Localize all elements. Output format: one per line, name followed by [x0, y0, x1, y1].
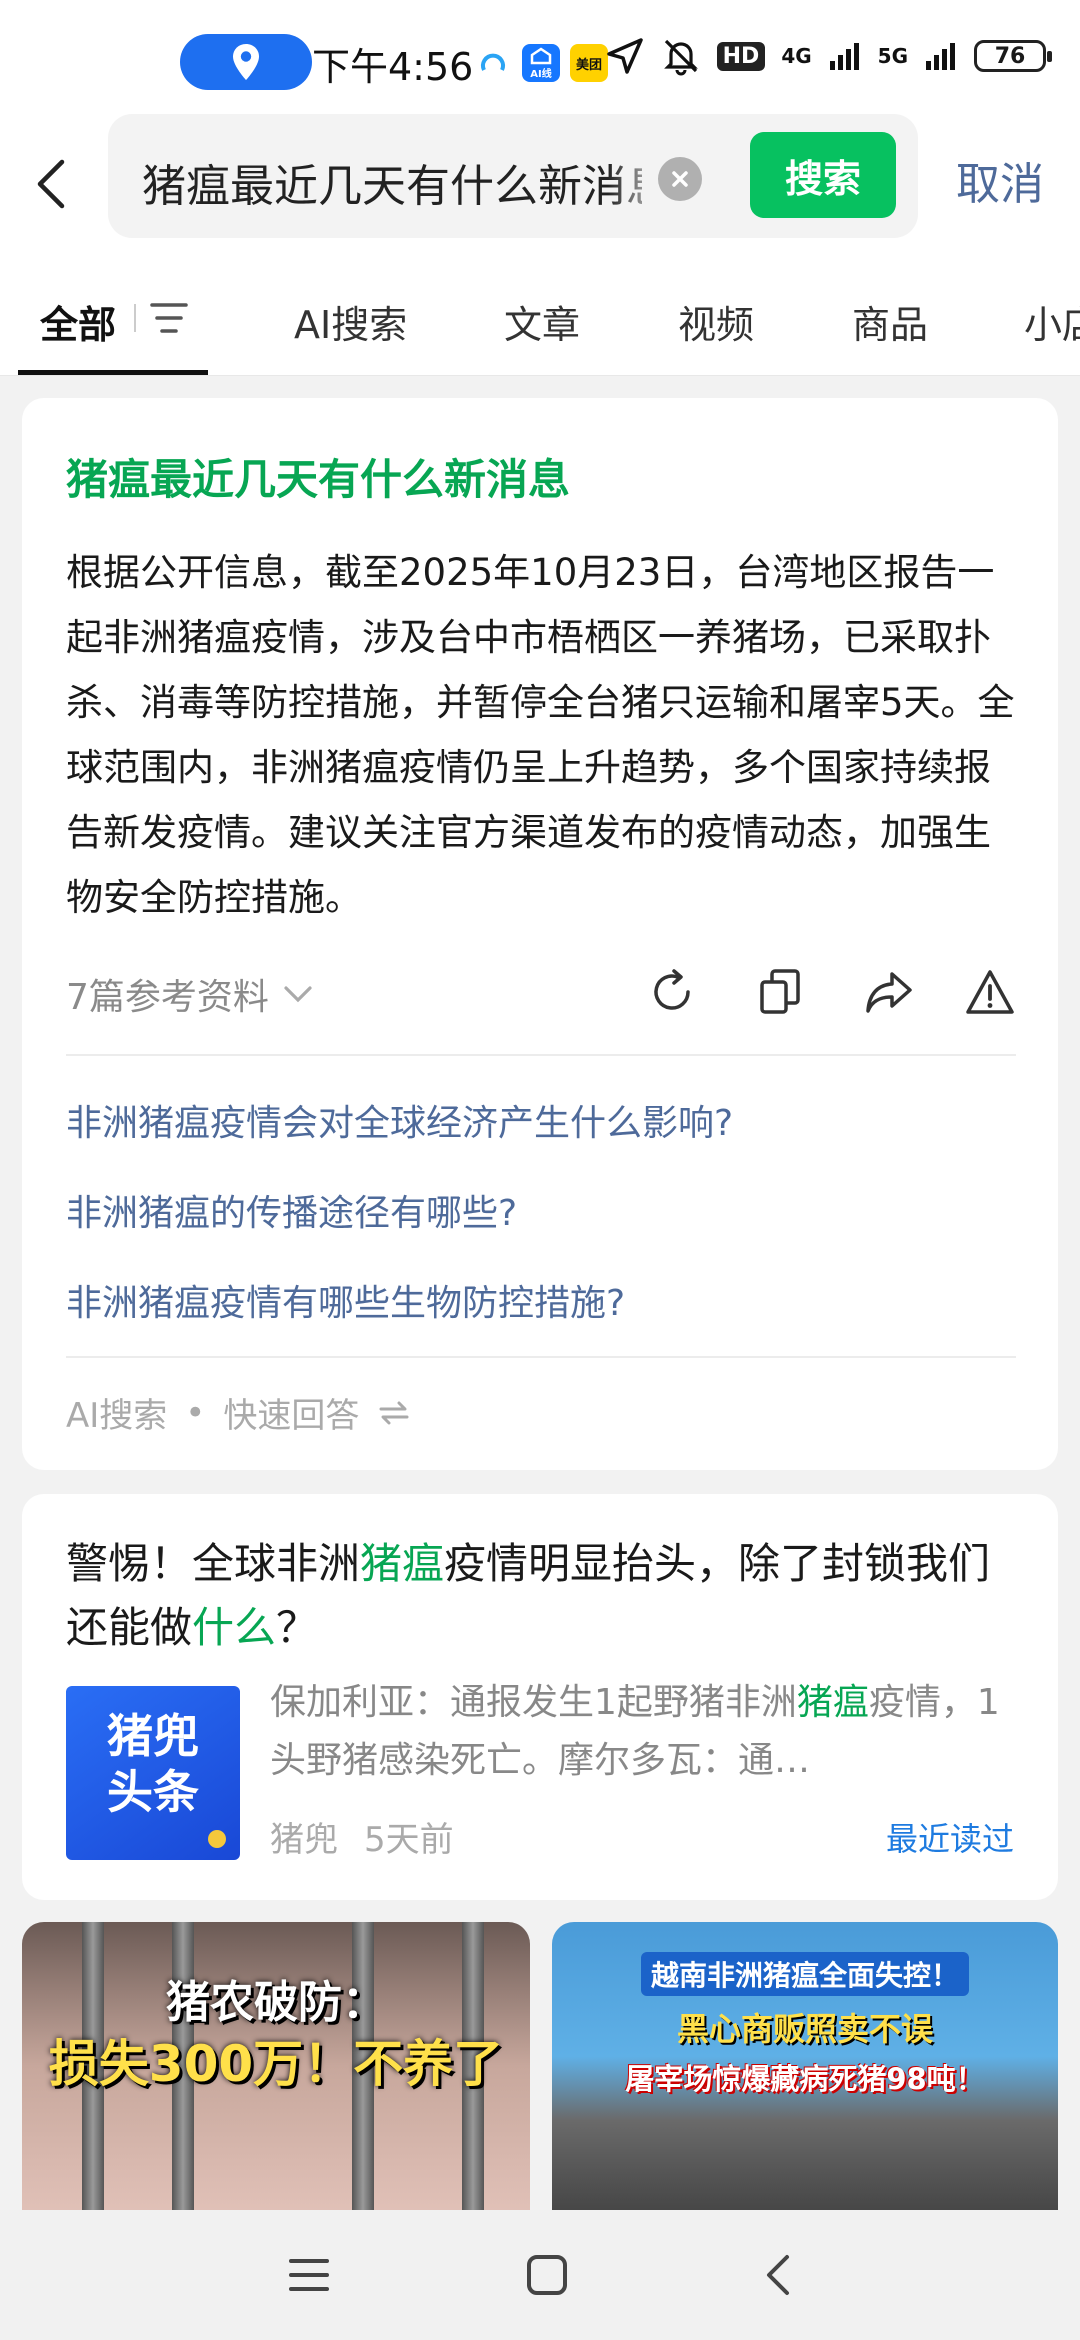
search-query-text[interactable]: 猪瘟最近几天有什么新消息	[142, 150, 642, 214]
tab-all[interactable]: 全部	[40, 294, 116, 349]
news-snippet: 保加利亚：通报发生1起野猪非洲猪瘟疫情，1头野猪感染死亡。摩尔多瓦：通…	[270, 1682, 1000, 1781]
back-button[interactable]	[36, 144, 90, 224]
thumbnail-badge	[208, 1830, 226, 1848]
chevron-left-icon	[37, 159, 65, 209]
tab-divider	[134, 304, 136, 332]
tab-ai-search[interactable]: AI搜索	[294, 294, 407, 349]
cancel-button[interactable]: 取消	[956, 148, 1044, 212]
signal-bars-icon	[829, 43, 859, 70]
tab-products[interactable]: 商品	[852, 294, 928, 349]
status-time: 下午4:56	[312, 45, 474, 89]
related-question-3[interactable]: 非洲猪瘟疫情有哪些生物防控措施?	[66, 1274, 625, 1326]
circle-app-icon	[474, 44, 512, 82]
ai-answer-title[interactable]: 猪瘟最近几天有什么新消息	[66, 446, 570, 507]
video-2-alert-line: 屠宰场惊爆藏病死猪98吨！	[625, 2062, 985, 2096]
refresh-icon[interactable]	[648, 968, 696, 1016]
news-time: 5天前	[364, 1820, 454, 1860]
related-question-1[interactable]: 非洲猪瘟疫情会对全球经济产生什么影响?	[66, 1094, 733, 1146]
battery-icon: 76	[974, 40, 1052, 72]
switch-arrows-icon[interactable]	[377, 1400, 411, 1426]
location-indicator[interactable]	[180, 34, 312, 90]
ai-app-icon: AI线	[522, 44, 560, 82]
video-1-caption-top: 猪农破防：	[166, 1977, 386, 2028]
news-title[interactable]: 警惕！全球非洲猪瘟疫情明显抬头，除了封锁我们还能做什么？	[66, 1532, 1026, 1660]
footer-source-label: AI搜索	[66, 1396, 168, 1436]
video-2-banner: 越南非洲猪瘟全面失控！ 黑心商贩照卖不误 屠宰场惊爆藏病死猪98吨！	[552, 1952, 1058, 2098]
clear-search-button[interactable]	[658, 157, 702, 201]
video-1-caption-bottom: 损失300万！不养了	[48, 2035, 504, 2093]
ai-answer-body: 根据公开信息，截至2025年10月23日，台湾地区报告一起非洲猪瘟疫情，涉及台中…	[66, 551, 1015, 919]
tab-videos[interactable]: 视频	[678, 294, 754, 349]
back-nav-icon[interactable]	[763, 2253, 793, 2297]
ai-answer-footer: AI搜索 • 快速回答	[66, 1388, 411, 1437]
ai-answer-card: 猪瘟最近几天有什么新消息 根据公开信息，截至2025年10月23日，台湾地区报告…	[22, 398, 1058, 1470]
battery-level: 76	[994, 43, 1026, 69]
thumbnail-logo-text: 猪兜 头条	[107, 1709, 199, 1819]
navigation-arrow-icon	[606, 38, 643, 74]
recently-read-badge: 最近读过	[885, 1820, 1014, 1858]
video-2-subline: 黑心商贩照卖不误	[676, 2010, 933, 2048]
meituan-app-icon: 美团	[570, 44, 608, 82]
video-card-1[interactable]: 猪农破防： 损失300万！不养了	[22, 1922, 530, 2242]
search-input[interactable]: 猪瘟最近几天有什么新消息 搜索	[108, 114, 918, 238]
copy-icon[interactable]	[758, 968, 804, 1016]
category-tabs: 全部 AI搜索 文章 视频 商品 小店	[0, 256, 1080, 376]
related-question-2[interactable]: 非洲猪瘟的传播途径有哪些?	[66, 1184, 517, 1236]
hd-voice-icon: HD	[716, 41, 766, 71]
report-warning-icon[interactable]	[964, 968, 1016, 1016]
ai-divider-top	[66, 1054, 1016, 1056]
bell-muted-icon	[663, 39, 698, 76]
search-button[interactable]: 搜索	[750, 132, 896, 218]
search-header: 猪瘟最近几天有什么新消息 搜索 取消	[0, 110, 1080, 256]
signal-bars-icon-2	[926, 43, 955, 70]
ai-divider-bottom	[66, 1356, 1016, 1358]
news-meta: 猪兜 5天前	[270, 1812, 454, 1861]
footer-dot: •	[185, 1392, 206, 1433]
network-4g-label: 4G	[781, 44, 812, 68]
menu-icon[interactable]	[287, 2255, 331, 2295]
system-nav-bar	[0, 2210, 1080, 2340]
network-5g-label: 5G	[877, 44, 908, 68]
news-source: 猪兜	[270, 1820, 338, 1860]
status-bar: 下午4:56 AI线 美团 HD 4G 5G 76	[0, 0, 1080, 110]
share-icon[interactable]	[864, 968, 914, 1016]
filter-icon[interactable]	[150, 300, 188, 336]
references-label: 7篇参考资料	[66, 977, 269, 1018]
news-result-card[interactable]: 警惕！全球非洲猪瘟疫情明显抬头，除了封锁我们还能做什么？ 猪兜 头条 保加利亚：…	[22, 1494, 1058, 1900]
video-card-2[interactable]: 越南非洲猪瘟全面失控！ 黑心商贩照卖不误 屠宰场惊爆藏病死猪98吨！	[552, 1922, 1058, 2242]
status-right-group: HD 4G 5G 76	[605, 36, 1052, 76]
close-icon	[672, 171, 688, 187]
chevron-down-icon	[284, 986, 312, 1003]
home-icon[interactable]	[525, 2253, 569, 2297]
tab-mini-store[interactable]: 小店	[1024, 294, 1080, 349]
tab-articles[interactable]: 文章	[504, 294, 580, 349]
footer-mode-label[interactable]: 快速回答	[223, 1388, 359, 1437]
news-thumbnail[interactable]: 猪兜 头条	[66, 1686, 240, 1860]
location-pin-icon	[233, 44, 259, 80]
active-tab-indicator	[18, 370, 208, 375]
video-2-headline: 越南非洲猪瘟全面失控！	[640, 1952, 969, 1996]
